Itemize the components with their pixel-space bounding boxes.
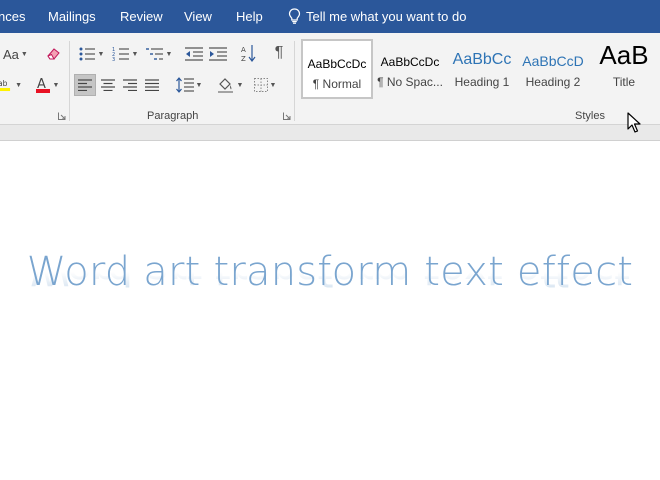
- line-spacing-button[interactable]: ▼: [174, 75, 204, 95]
- chevron-down-icon: ▼: [52, 81, 60, 89]
- bullet-list-icon: [79, 47, 95, 61]
- highlighter-icon: ab: [0, 79, 11, 92]
- svg-text:3: 3: [112, 57, 115, 62]
- align-left-icon: [78, 79, 92, 91]
- center-button[interactable]: [98, 75, 118, 95]
- eraser-icon: [47, 48, 60, 60]
- style-normal[interactable]: AaBbCcDc ¶ Normal: [301, 39, 373, 99]
- style-name: Heading 1: [454, 75, 510, 89]
- chevron-down-icon: ▼: [269, 81, 277, 89]
- mouse-pointer-icon: [627, 112, 641, 133]
- borders-icon: [253, 78, 268, 92]
- styles-gallery: AaBbCcDc ¶ Normal AaBbCcDc ¶ No Spac... …: [299, 39, 660, 101]
- style-name: Heading 2: [525, 75, 581, 89]
- style-no-spacing[interactable]: AaBbCcDc ¶ No Spac...: [375, 39, 445, 99]
- tab-view[interactable]: View: [184, 9, 212, 25]
- paragraph-group-label: Paragraph: [147, 110, 199, 122]
- style-preview: AaBbCcDc: [380, 55, 440, 69]
- borders-button[interactable]: ▼: [250, 75, 280, 95]
- wordart-reflection: Word art transform text effect: [0, 272, 660, 292]
- chevron-down-icon: ▼: [97, 50, 105, 58]
- paint-bucket-icon: [217, 78, 233, 93]
- ribbon: Aa ▼ ab ▼ A ▼ ▼ 1: [0, 33, 660, 125]
- multilevel-list-icon: [145, 48, 163, 60]
- svg-text:A: A: [241, 46, 246, 54]
- line-spacing-icon: [175, 77, 194, 93]
- numbered-list-icon: 1 2 3: [112, 47, 129, 62]
- pilcrow-icon: ¶: [274, 44, 284, 61]
- style-preview: AaBbCcDc: [307, 57, 367, 71]
- document-page[interactable]: Word art transform text effect Word art …: [0, 142, 660, 480]
- style-title[interactable]: AaB Title: [589, 39, 659, 99]
- style-heading-1[interactable]: AaBbCc Heading 1: [447, 39, 517, 99]
- align-right-icon: [123, 79, 137, 91]
- style-name: Title: [612, 75, 636, 89]
- change-case-button[interactable]: Aa ▼: [3, 44, 28, 64]
- chevron-down-icon: ▼: [15, 81, 22, 89]
- chevron-down-icon: ▼: [165, 50, 173, 58]
- style-preview: AaB: [599, 40, 649, 70]
- tell-me-text: Tell me what you want to do: [306, 8, 467, 24]
- align-left-button[interactable]: [74, 74, 96, 96]
- shading-button[interactable]: ▼: [214, 75, 246, 95]
- group-separator: [69, 41, 70, 121]
- svg-text:Z: Z: [241, 55, 246, 62]
- lightbulb-icon: [288, 8, 301, 24]
- style-name: ¶ Normal: [312, 77, 362, 91]
- increase-indent-icon: [209, 47, 227, 61]
- increase-indent-button[interactable]: [208, 44, 228, 64]
- numbering-button[interactable]: 1 2 3 ▼: [110, 44, 140, 64]
- decrease-indent-icon: [185, 47, 203, 61]
- text-highlight-color-button[interactable]: ab ▼: [0, 75, 22, 95]
- change-case-label: Aa: [3, 46, 19, 62]
- styles-group-label: Styles: [575, 110, 605, 122]
- align-right-button[interactable]: [120, 75, 140, 95]
- clear-formatting-button[interactable]: [44, 43, 64, 63]
- tab-mailings[interactable]: Mailings: [48, 9, 96, 25]
- bullets-button[interactable]: ▼: [76, 44, 106, 64]
- chevron-down-icon: ▼: [20, 50, 28, 58]
- style-name: ¶ No Spac...: [377, 75, 443, 89]
- font-color-button[interactable]: A ▼: [32, 75, 62, 95]
- font-dialog-launcher-icon[interactable]: [58, 112, 66, 120]
- style-preview: AaBbCc: [452, 51, 512, 68]
- sort-button[interactable]: A Z: [240, 43, 258, 63]
- group-separator: [294, 41, 295, 121]
- show-hide-marks-button[interactable]: ¶: [270, 43, 288, 63]
- align-center-icon: [101, 79, 115, 91]
- style-heading-2[interactable]: AaBbCcD Heading 2: [519, 39, 587, 99]
- chevron-down-icon: ▼: [131, 50, 139, 58]
- svg-text:ab: ab: [0, 79, 8, 88]
- tab-review[interactable]: Review: [120, 9, 163, 25]
- sort-az-icon: A Z: [241, 45, 256, 62]
- tab-references[interactable]: nces: [0, 9, 25, 25]
- tab-help[interactable]: Help: [236, 9, 263, 25]
- style-preview: AaBbCcD: [522, 53, 584, 69]
- ribbon-tab-bar: nces Mailings Review View Help Tell me w…: [0, 0, 660, 33]
- ruler: [0, 125, 660, 141]
- paragraph-dialog-launcher-icon[interactable]: [283, 112, 291, 120]
- tell-me-search[interactable]: Tell me what you want to do: [288, 8, 466, 24]
- decrease-indent-button[interactable]: [184, 44, 204, 64]
- chevron-down-icon: ▼: [236, 81, 244, 89]
- chevron-down-icon: ▼: [195, 81, 203, 89]
- multilevel-list-button[interactable]: ▼: [144, 44, 174, 64]
- font-color-icon: A: [35, 77, 50, 93]
- justify-icon: [145, 79, 159, 91]
- justify-button[interactable]: [142, 75, 162, 95]
